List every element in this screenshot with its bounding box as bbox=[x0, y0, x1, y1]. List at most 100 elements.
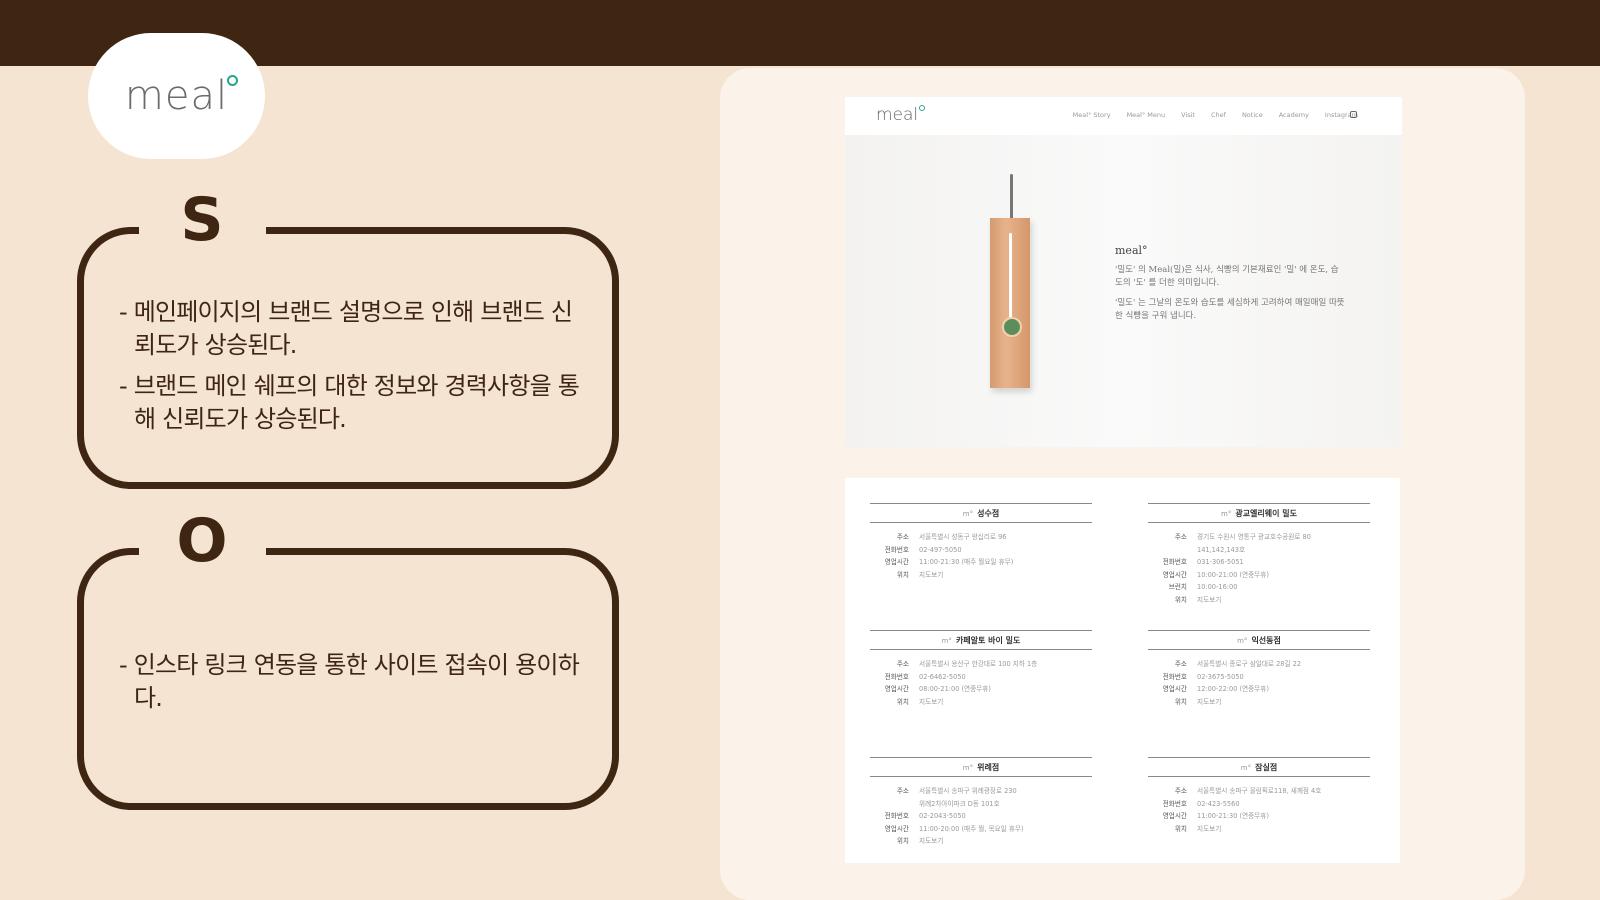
store-info-label: 영업시간 bbox=[884, 824, 909, 833]
store-mark-icon: m° bbox=[1240, 764, 1252, 772]
store-info-row: 위치 지도보기 bbox=[1148, 823, 1370, 836]
store-info-value: 02-497-5050 bbox=[919, 545, 962, 554]
map-link[interactable]: 지도보기 bbox=[919, 835, 1092, 848]
nav-item-story[interactable]: Meal° Story bbox=[1073, 111, 1111, 119]
nav-item-visit[interactable]: Visit bbox=[1181, 111, 1195, 119]
store-info-row: 주소 서울특별시 송파구 올림픽로118, 새께점 4호 bbox=[1148, 785, 1370, 798]
store-info-row: 주소 서울특별시 종로구 삼일대로 28길 22 bbox=[1148, 658, 1370, 671]
map-link[interactable]: 지도보기 bbox=[1197, 823, 1370, 836]
store-name: 성수점 bbox=[977, 509, 1000, 518]
store-info-label: 영업시간 bbox=[884, 558, 909, 567]
store-name: 광교엘리웨이 밀도 bbox=[1235, 509, 1297, 518]
store-info-label: 전화번호 bbox=[884, 672, 909, 681]
store-mark-icon: m° bbox=[1221, 510, 1232, 518]
store-info-label: 위치 bbox=[1174, 595, 1187, 604]
map-link[interactable]: 지도보기 bbox=[919, 569, 1092, 582]
store-info-value: 141,142,143호 bbox=[1197, 545, 1246, 554]
store-info-value: 08:00-21:00 (연중무휴) bbox=[919, 685, 991, 694]
opportunity-list: - 인스타 링크 연동을 통한 사이트 접속이 용이하다. bbox=[119, 649, 587, 723]
store-name: 익선동점 bbox=[1251, 636, 1281, 645]
store-card: m° 익선동점주소 서울특별시 종로구 삼일대로 28길 22 전화번호 02-3675… bbox=[1148, 630, 1370, 708]
store-info-value: 11:00-20:00 (매주 월, 목요일 휴무) bbox=[919, 824, 1024, 833]
store-info-row: 영업시간 12:00-22:00 (연중무휴) bbox=[1148, 683, 1370, 696]
store-card: m° 카페알토 바이 밀도주소 서울특별시 용산구 한강대로 100 지하 1층전화… bbox=[870, 630, 1092, 708]
store-info-row: 전화번호 02-497-5050 bbox=[870, 544, 1092, 557]
strength-item: - 메인페이지의 브랜드 설명으로 인해 브랜드 신뢰도가 상승된다. bbox=[119, 298, 573, 359]
store-info-label: 브런치 bbox=[1168, 583, 1187, 592]
store-info-label: 영업시간 bbox=[1162, 685, 1187, 694]
store-info-row: 영업시간 11:00-21:30 (연중무휴) bbox=[1148, 810, 1370, 823]
map-link[interactable]: 지도보기 bbox=[919, 696, 1092, 709]
store-title: m° 익선동점 bbox=[1148, 630, 1370, 650]
nav-item-academy[interactable]: Academy bbox=[1279, 111, 1309, 119]
store-info-label: 주소 bbox=[896, 787, 909, 795]
store-info-row: 위치 지도보기 bbox=[870, 696, 1092, 709]
store-card: m° 성수점주소 서울특별시 성동구 왕십리로 96 전화번호 02-497-5050 영… bbox=[870, 503, 1092, 581]
store-title: m° 위례점 bbox=[870, 757, 1092, 777]
nav-item-chef[interactable]: Chef bbox=[1211, 111, 1226, 119]
store-info-row: 141,142,143호 bbox=[1148, 544, 1370, 557]
brand-logo-text: meal bbox=[124, 73, 229, 119]
store-info-label: 위치 bbox=[896, 697, 909, 706]
store-info-label: 주소 bbox=[1174, 787, 1187, 795]
store-info-row: 전화번호 02-3675-5050 bbox=[1148, 671, 1370, 684]
store-card: m° 잠실점 주소 서울특별시 송파구 올림픽로118, 새께점 4호 전화번호 02-4… bbox=[1148, 757, 1370, 835]
store-title: m° 광교엘리웨이 밀도 bbox=[1148, 503, 1370, 523]
store-info-value: 02-3675-5050 bbox=[1197, 672, 1244, 681]
store-info-value: 11:00-21:30 (매주 월요일 휴무) bbox=[919, 558, 1014, 567]
map-link[interactable]: 지도보기 bbox=[1197, 696, 1370, 709]
store-name: 위례점 bbox=[977, 763, 1000, 772]
nav-item-menu[interactable]: Meal° Menu bbox=[1127, 111, 1166, 119]
map-link[interactable]: 지도보기 bbox=[1197, 594, 1370, 607]
store-name: 카페알토 바이 밀도 bbox=[955, 636, 1021, 645]
store-title: m° 성수점 bbox=[870, 503, 1092, 523]
store-info-label bbox=[870, 798, 919, 811]
store-info-value: 02-2043-5050 bbox=[919, 812, 966, 821]
brand-logo-badge: meal bbox=[88, 33, 265, 159]
store-info-value: 10:00-16:00 bbox=[1197, 583, 1238, 592]
store-info-label: 주소 bbox=[1174, 533, 1187, 541]
store-info-label: 위치 bbox=[1174, 697, 1187, 706]
store-info-row: 위치 지도보기 bbox=[870, 569, 1092, 582]
store-info-label: 주소 bbox=[896, 660, 909, 668]
site-nav: meal Meal° Story Meal° Menu Visit Chef N… bbox=[845, 97, 1402, 135]
store-info-row: 주소 서울특별시 성동구 왕십리로 96 bbox=[870, 531, 1092, 544]
instagram-icon[interactable] bbox=[1350, 111, 1357, 118]
store-info-label: 영업시간 bbox=[884, 685, 909, 694]
store-info-label: 위치 bbox=[1174, 824, 1187, 833]
brand-logo: meal bbox=[124, 73, 239, 119]
store-info-row: 전화번호 02-6462-5050 bbox=[870, 671, 1092, 684]
hero-paragraph: '밀도' 의 Meal(밀)은 식사, 식빵의 기본재료인 '밀' 에 온도, … bbox=[1115, 265, 1339, 288]
store-info-row: 주소 서울특별시 송파구 위례광장로 230 bbox=[870, 785, 1092, 798]
store-info-row: 전화번호 02-2043-5050 bbox=[870, 810, 1092, 823]
store-info-label: 주소 bbox=[1174, 660, 1187, 668]
store-info-label bbox=[1148, 544, 1197, 557]
store-info-label: 전화번호 bbox=[1162, 558, 1187, 567]
store-info-label: 영업시간 bbox=[1162, 570, 1187, 579]
thermometer-hole bbox=[1002, 317, 1022, 337]
store-info-value: 서울특별시 용산구 한강대로 100 지하 1층 bbox=[919, 660, 1038, 668]
store-info-label: 위치 bbox=[896, 837, 909, 846]
store-mark-icon: m° bbox=[941, 637, 952, 645]
store-info-row: 위치 지도보기 bbox=[870, 835, 1092, 848]
nav-links: Meal° Story Meal° Menu Visit Chef Notice… bbox=[1073, 111, 1358, 119]
strength-box: S - 메인페이지의 브랜드 설명으로 인해 브랜드 신뢰도가 상승된다. - … bbox=[77, 190, 619, 489]
store-info-row: 브런치 10:00-16:00 bbox=[1148, 581, 1370, 594]
store-name: 잠실점 bbox=[1255, 763, 1278, 772]
thermometer-tube bbox=[1009, 233, 1012, 321]
store-info-label: 위치 bbox=[896, 570, 909, 579]
store-mark-icon: m° bbox=[1237, 637, 1248, 645]
site-logo[interactable]: meal bbox=[876, 105, 926, 125]
store-card: m° 광교엘리웨이 밀도 주소 경기도 수원시 영통구 광교호수공원로 80 141,1… bbox=[1148, 503, 1370, 607]
store-info-value: 11:00-21:30 (연중무휴) bbox=[1197, 812, 1269, 821]
store-info-label: 전화번호 bbox=[884, 545, 909, 554]
nav-item-notice[interactable]: Notice bbox=[1242, 111, 1263, 119]
opportunity-box: O - 인스타 링크 연동을 통한 사이트 접속이 용이하다. bbox=[77, 511, 619, 810]
store-mark-icon: m° bbox=[962, 764, 974, 772]
store-info-row: 영업시간 08:00-21:00 (연중무휴) bbox=[870, 683, 1092, 696]
store-info-row: 영업시간 11:00-21:30 (매주 월요일 휴무) bbox=[870, 556, 1092, 569]
store-info-row: 위치 지도보기 bbox=[1148, 594, 1370, 607]
store-info-value: 02-6462-5050 bbox=[919, 672, 966, 681]
store-mark-icon: m° bbox=[962, 510, 974, 518]
logo-dot-icon bbox=[227, 75, 239, 86]
